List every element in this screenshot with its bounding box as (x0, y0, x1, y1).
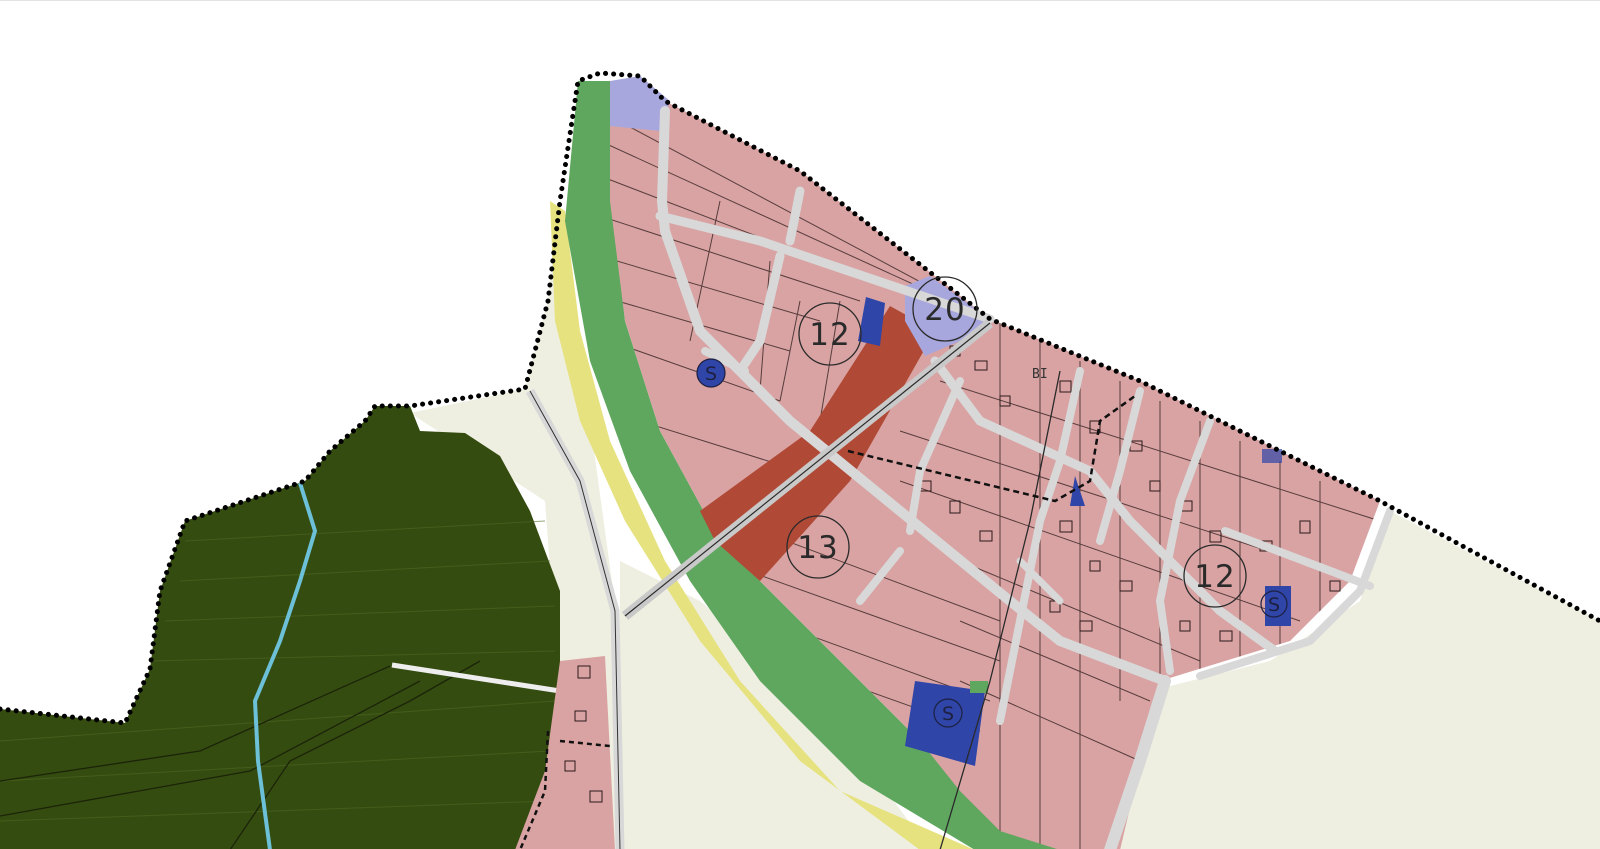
green-plot (970, 681, 988, 693)
zone-label-13: 13 (797, 530, 838, 566)
forest-area (0, 406, 560, 849)
public-block-ne (1262, 449, 1282, 463)
zone-label-12-north: 12 (809, 317, 850, 353)
parcel-code-label: BI (1032, 367, 1048, 382)
zone-label-12-east: 12 (1194, 559, 1235, 595)
service-marker-west[interactable]: S (696, 358, 726, 388)
service-label-west: S (705, 363, 717, 385)
service-label-south: S (942, 703, 954, 725)
map-view[interactable]: 12 20 13 12 S S S BI (0, 0, 1600, 849)
zone-label-20: 20 (924, 292, 965, 328)
service-label-east: S (1268, 594, 1280, 616)
land-use-map[interactable]: 12 20 13 12 S S S BI (0, 1, 1600, 849)
